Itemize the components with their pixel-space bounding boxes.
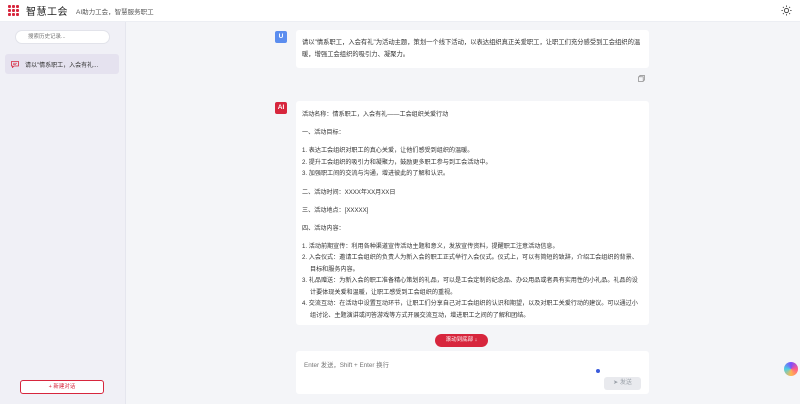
content-heading: 四、活动内容： — [302, 224, 345, 232]
list-item: 1. 表达工会组织对职工的真心关爱，让他们感受到组织的温暖。 — [302, 147, 474, 154]
activity-time: 二、活动时间：XXXX年XX月XX日 — [302, 188, 396, 196]
goal-heading: 一、活动目标： — [302, 129, 345, 136]
search-input[interactable] — [15, 30, 110, 44]
history-item[interactable]: 请以"情系职工，入会有礼... — [5, 54, 119, 74]
list-item: 2. 提升工会组织的吸引力和凝聚力，鼓励更多职工参与到工会活动中。 — [302, 158, 492, 166]
list-item: 4. 交流互动：在活动中设置互动环节，让职工们分享自己对工会组织的认识和期望，以… — [302, 300, 638, 319]
app-subtitle: AI助力工会，智慧服务职工 — [76, 8, 154, 16]
logo-icon — [8, 4, 20, 17]
list-item: 2. 入会仪式：邀请工会组织的负责人为新入会的职工正式举行入会仪式。仪式上，可以… — [302, 254, 638, 273]
send-label: 发送 — [619, 380, 632, 386]
chat-icon — [11, 60, 19, 68]
list-item: 3. 加强职工间的交流与沟通，增进彼此的了解和认识。 — [302, 170, 449, 177]
mouse-cursor-dot — [596, 369, 600, 373]
message-input[interactable] — [304, 359, 584, 371]
ai-message: 活动名称：情系职工，入会有礼——工会组织关爱行动 一、活动目标： 1. 表达工会… — [296, 101, 649, 325]
header: 智慧工会 AI助力工会，智慧服务职工 — [0, 0, 800, 22]
copy-icon[interactable] — [638, 75, 645, 82]
new-chat-button[interactable]: + 新建对话 — [20, 380, 104, 394]
app-title: 智慧工会 — [26, 7, 68, 18]
list-item: 3. 礼品赠送：为新入会的职工准备精心策划的礼品，可以是工会定制的纪念品、办公用… — [302, 277, 638, 296]
chat-area: U 请以"情系职工，入会有礼"为活动主题，策划一个线下活动，以表达组织真正关爱职… — [126, 22, 800, 404]
list-item: 1. 活动前期宣传：利用各种渠道宣传活动主题和意义，发放宣传资料，提醒职工注意活… — [302, 242, 559, 250]
send-icon: ➤ — [613, 380, 620, 386]
user-avatar: U — [275, 31, 287, 43]
ai-avatar: AI — [275, 102, 287, 114]
history-item-label: 请以"情系职工，入会有礼... — [25, 62, 99, 69]
theme-toggle-icon[interactable] — [781, 5, 792, 16]
assistant-icon[interactable] — [784, 362, 798, 376]
sidebar: 请以"情系职工，入会有礼... + 新建对话 — [0, 22, 126, 404]
activity-name: 活动名称：情系职工，入会有礼——工会组织关爱行动 — [302, 111, 449, 118]
content-list: 1. 活动前期宣传：利用各种渠道宣传活动主题和意义，发放宣传资料，提醒职工注意活… — [302, 241, 643, 322]
scroll-to-bottom-button[interactable]: 滚动到底部 ↓ — [435, 334, 488, 347]
goal-list: 1. 表达工会组织对职工的真心关爱，让他们感受到组织的温暖。 2. 提升工会组织… — [302, 145, 643, 180]
activity-place: 三、活动地点：[XXXXX] — [302, 206, 369, 214]
user-message: 请以"情系职工，入会有礼"为活动主题，策划一个线下活动，以表达组织真正关爱职工，… — [296, 30, 649, 68]
send-button[interactable]: ➤ 发送 — [604, 377, 641, 390]
